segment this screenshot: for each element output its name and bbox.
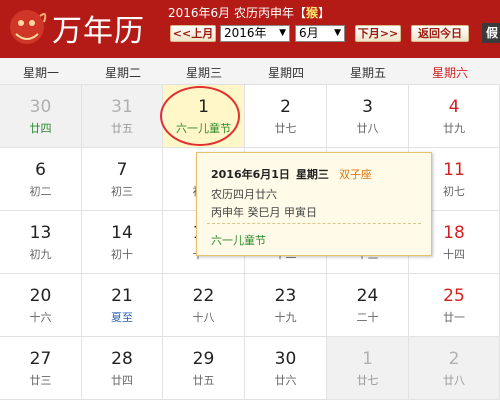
lunar-day-label: 廿四: [29, 122, 52, 135]
day-detail-popup: 2016年6月1日 星期三 双子座 农历四月廿六 丙申年 癸巳月 甲寅日 六一儿童节: [196, 152, 432, 256]
weekday-label: 星期一: [22, 66, 59, 80]
weekday-label: 星期六: [431, 66, 468, 80]
popup-lunar-date: 农历四月廿六: [211, 188, 277, 201]
calendar-day-cell[interactable]: 30 廿六: [245, 337, 327, 400]
lunar-day-label: 初十: [111, 248, 133, 261]
calendar-day-cell[interactable]: 21 夏至: [82, 274, 163, 337]
lunar-year-label: 2016年6月 农历丙申年【猴】: [168, 6, 331, 20]
day-number: 29: [192, 349, 215, 369]
calendar-day-cell[interactable]: 7 初三: [82, 148, 163, 211]
day-number: 23: [274, 286, 297, 306]
today-highlight-circle: [160, 86, 240, 146]
lunar-day-label: 廿五: [192, 374, 215, 387]
lunar-day-label: 廿七: [274, 122, 297, 135]
calendar-day-cell[interactable]: 2 廿七: [245, 85, 327, 148]
day-number: 1: [362, 349, 373, 369]
lunar-day-label: 廿五: [111, 122, 133, 135]
popup-weekday: 星期三: [295, 168, 329, 181]
day-number: 30: [29, 97, 52, 117]
popup-ganzhi: 丙申年 癸巳月 甲寅日: [211, 206, 317, 219]
calendar-day-cell[interactable]: 4 廿九: [409, 85, 500, 148]
calendar-day-cell[interactable]: 14 初十: [82, 211, 163, 274]
popup-festival: 六一儿童节: [211, 234, 266, 247]
calendar-day-cell[interactable]: 27 廿三: [0, 337, 82, 400]
day-number: 27: [29, 349, 52, 369]
day-number: 14: [111, 223, 133, 243]
holiday-tab[interactable]: 假: [482, 23, 500, 43]
calendar-day-cell[interactable]: 3 廿八: [327, 85, 409, 148]
calendar-day-cell[interactable]: 13 初九: [0, 211, 82, 274]
day-number: 20: [29, 286, 52, 306]
day-number: 21: [111, 286, 133, 306]
lunar-day-label: 十六: [29, 311, 52, 324]
day-number: 6: [35, 160, 46, 180]
day-number: 2: [448, 349, 460, 369]
lunar-day-label: 廿六: [274, 374, 297, 387]
weekday-label: 星期三: [185, 66, 222, 80]
calendar-day-cell[interactable]: 6 初二: [0, 148, 82, 211]
calendar-day-cell[interactable]: 31 廿五: [82, 85, 163, 148]
day-number: 13: [29, 223, 52, 243]
lunar-day-label: 廿四: [111, 374, 133, 387]
calendar-day-cell[interactable]: 1 廿七: [327, 337, 409, 400]
day-number: 22: [192, 286, 215, 306]
year-select[interactable]: 2016年 ▼: [220, 25, 290, 42]
next-month-button[interactable]: 下月>>: [355, 25, 401, 42]
calendar-day-cell[interactable]: 30 廿四: [0, 85, 82, 148]
day-number: 2: [280, 97, 291, 117]
monkey-zodiac-icon: [10, 10, 47, 44]
day-number: 30: [274, 349, 297, 369]
lunar-day-label: 二十: [356, 311, 379, 324]
calendar-day-cell[interactable]: 25 廿一: [409, 274, 500, 337]
lunar-day-label: 廿三: [29, 374, 52, 387]
app-header: 万年历 2016年6月 农历丙申年【猴】 <<上月 2016年 ▼ 6月 ▼ 下月>…: [0, 0, 500, 58]
weekday-label: 星期五: [349, 66, 386, 80]
lunar-day-label: 夏至: [111, 311, 133, 324]
day-number: 24: [356, 286, 379, 306]
prev-month-button[interactable]: <<上月: [170, 25, 216, 42]
popup-date: 2016年6月1日: [211, 168, 290, 181]
day-number: 31: [111, 97, 133, 117]
lunar-day-label: 廿一: [443, 311, 465, 324]
calendar-day-cell[interactable]: 2 廿八: [409, 337, 500, 400]
lunar-day-label: 廿八: [443, 374, 465, 387]
day-number: 3: [362, 97, 373, 117]
calendar-day-cell[interactable]: 20 十六: [0, 274, 82, 337]
calendar-day-cell[interactable]: 29 廿五: [163, 337, 245, 400]
day-number: 28: [111, 349, 133, 369]
day-number: 4: [448, 97, 460, 117]
weekday-label: 星期二: [104, 66, 141, 80]
app-title: 万年历: [52, 14, 145, 49]
zodiac-label: 猴: [306, 6, 319, 20]
day-number: 25: [443, 286, 465, 306]
lunar-day-label: 廿八: [356, 122, 379, 135]
lunar-day-label: 廿九: [443, 122, 465, 135]
lunar-day-label: 十八: [192, 311, 215, 324]
lunar-day-label: 初三: [111, 185, 133, 198]
lunar-day-label: 初九: [29, 248, 52, 261]
calendar-day-cell[interactable]: 24 二十: [327, 274, 409, 337]
calendar-day-cell[interactable]: 22 十八: [163, 274, 245, 337]
lunar-day-label: 初二: [29, 185, 52, 198]
popup-divider: [207, 223, 421, 224]
today-button[interactable]: 返回今日: [411, 25, 469, 42]
calendar-day-cell[interactable]: 28 廿四: [82, 337, 163, 400]
weekday-label: 星期四: [267, 66, 304, 80]
lunar-day-label: 廿七: [356, 374, 379, 387]
popup-constellation: 双子座: [338, 168, 372, 181]
calendar-day-cell[interactable]: 23 十九: [245, 274, 327, 337]
lunar-day-label: 十九: [274, 311, 297, 324]
day-number: 7: [116, 160, 128, 180]
weekday-header: 星期一 星期二 星期三 星期四 星期五 星期六: [0, 58, 500, 85]
month-select[interactable]: 6月 ▼: [295, 25, 345, 42]
dropdown-arrow-icon: ▼: [279, 28, 286, 38]
dropdown-arrow-icon: ▼: [334, 28, 341, 38]
